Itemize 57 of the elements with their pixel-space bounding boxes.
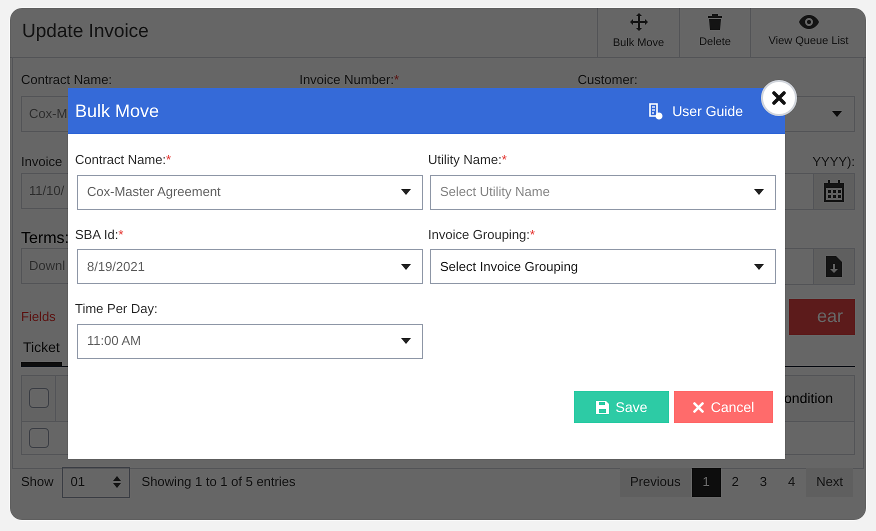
caret-icon: [401, 189, 411, 195]
alert-text: Fields: [21, 308, 56, 326]
field-label: Customer:: [578, 71, 639, 89]
pagination-button[interactable]: 2: [722, 468, 749, 496]
field-label: Contract Name:*: [75, 151, 172, 169]
clear-button[interactable]: ear: [789, 298, 855, 334]
toolbar-button[interactable]: View Queue List: [750, 8, 866, 57]
caret-icon: [401, 338, 411, 344]
field-label: Contract Name:: [21, 71, 114, 89]
close-button[interactable]: [761, 80, 797, 116]
move-icon: [630, 13, 648, 32]
field-label: YYYY):: [811, 152, 855, 170]
select-field[interactable]: Select Invoice Grouping: [430, 249, 776, 284]
sort-caret-icon: [112, 476, 121, 488]
close-icon: [772, 91, 786, 105]
caret-icon: [832, 110, 842, 116]
page-size-select[interactable]: 01: [62, 466, 130, 498]
field-label: Invoice Grouping:*: [428, 226, 536, 244]
trash-icon: [708, 14, 722, 30]
show-label: Show: [21, 473, 54, 492]
pagination-button[interactable]: 1: [692, 468, 721, 496]
save-button[interactable]: Save: [574, 391, 669, 423]
field-label: Invoice Number:*: [299, 71, 400, 89]
field-label: Utility Name:*: [428, 151, 508, 169]
toolbar-button[interactable]: Bulk Move: [597, 8, 679, 57]
column-header: ondition: [784, 388, 834, 408]
select-field[interactable]: Select Utility Name: [430, 174, 776, 210]
caret-icon: [401, 264, 411, 270]
cancel-button[interactable]: Cancel: [674, 391, 773, 423]
save-icon: [596, 400, 609, 414]
select-field[interactable]: 8/19/2021: [77, 249, 423, 284]
calendar-icon: [824, 180, 844, 202]
entries-info: Showing 1 to 1 of 5 entries: [142, 473, 296, 492]
field-label: Time Per Day:: [75, 300, 159, 318]
checkbox[interactable]: [28, 388, 48, 408]
calendar-button[interactable]: [813, 172, 855, 210]
user-guide-link[interactable]: User Guide: [647, 100, 743, 122]
pagination-button[interactable]: Previous: [620, 468, 691, 496]
caret-icon: [754, 189, 764, 195]
field-label: Invoice: [21, 152, 62, 170]
download-button[interactable]: [813, 248, 855, 284]
select-field[interactable]: Cox-Master Agreement: [77, 174, 423, 210]
select-field[interactable]: 11:00 AM: [77, 324, 423, 358]
field-label: Terms:: [21, 228, 69, 248]
close-icon: [692, 402, 704, 412]
caret-icon: [754, 264, 764, 270]
pagination-button[interactable]: 4: [778, 468, 806, 496]
file-download-icon: [826, 256, 842, 276]
field-label: SBA Id:*: [75, 226, 124, 244]
pagination-button[interactable]: 3: [750, 468, 778, 496]
eye-icon: [798, 15, 818, 30]
page-title: Update Invoice: [21, 20, 150, 44]
toolbar-button[interactable]: Delete: [679, 8, 750, 57]
tab[interactable]: Ticket: [21, 336, 62, 366]
checkbox[interactable]: [29, 428, 49, 448]
document-icon: [647, 102, 664, 120]
pagination-button[interactable]: Next: [806, 468, 853, 496]
